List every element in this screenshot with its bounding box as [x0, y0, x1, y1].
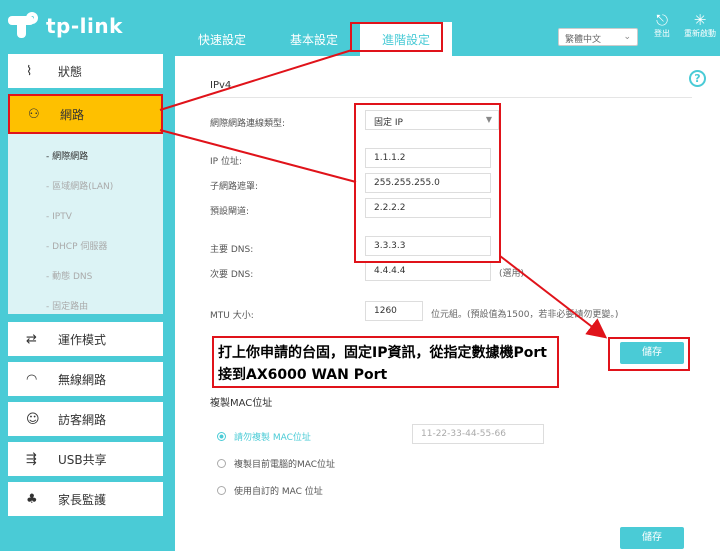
- annotation-arrow-to-save: [499, 255, 608, 339]
- annotation-line-to-fields: [159, 129, 357, 183]
- annotation-arrows: [159, 49, 608, 339]
- annotation-line-to-tab: [159, 49, 353, 111]
